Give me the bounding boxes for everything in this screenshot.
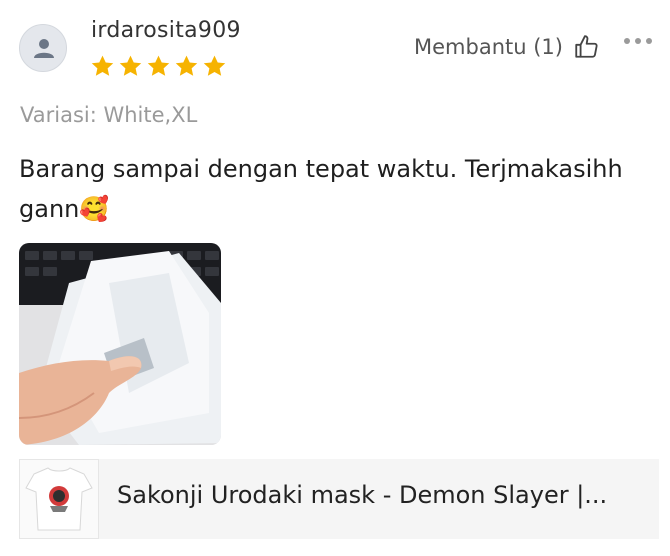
star-icon <box>175 55 198 76</box>
star-icon <box>147 55 170 76</box>
review-photo[interactable] <box>19 243 221 445</box>
star-icon <box>119 55 142 76</box>
avatar[interactable] <box>19 24 67 72</box>
helpful-label: Membantu (1) <box>414 35 563 59</box>
helpful-button[interactable]: Membantu (1) <box>414 34 599 60</box>
more-horizontal-icon <box>624 38 630 44</box>
star-icon <box>203 55 226 76</box>
star-rating <box>90 54 227 79</box>
review-photo-image <box>19 243 221 445</box>
reviewer-username[interactable]: irdarosita909 <box>91 18 241 43</box>
tshirt-image <box>20 460 98 538</box>
thumbs-up-icon <box>575 35 598 58</box>
product-thumbnail <box>19 459 99 539</box>
variation-label: Variasi: White,XL <box>20 103 198 127</box>
product-title: Sakonji Urodaki mask - Demon Slayer |... <box>117 481 608 509</box>
more-options-button[interactable] <box>624 38 652 44</box>
review-comment: Barang sampai dengan tepat waktu. Terjma… <box>19 155 623 223</box>
star-icon <box>91 55 114 76</box>
user-icon <box>34 39 54 58</box>
product-card[interactable]: Sakonji Urodaki mask - Demon Slayer |... <box>19 459 659 539</box>
